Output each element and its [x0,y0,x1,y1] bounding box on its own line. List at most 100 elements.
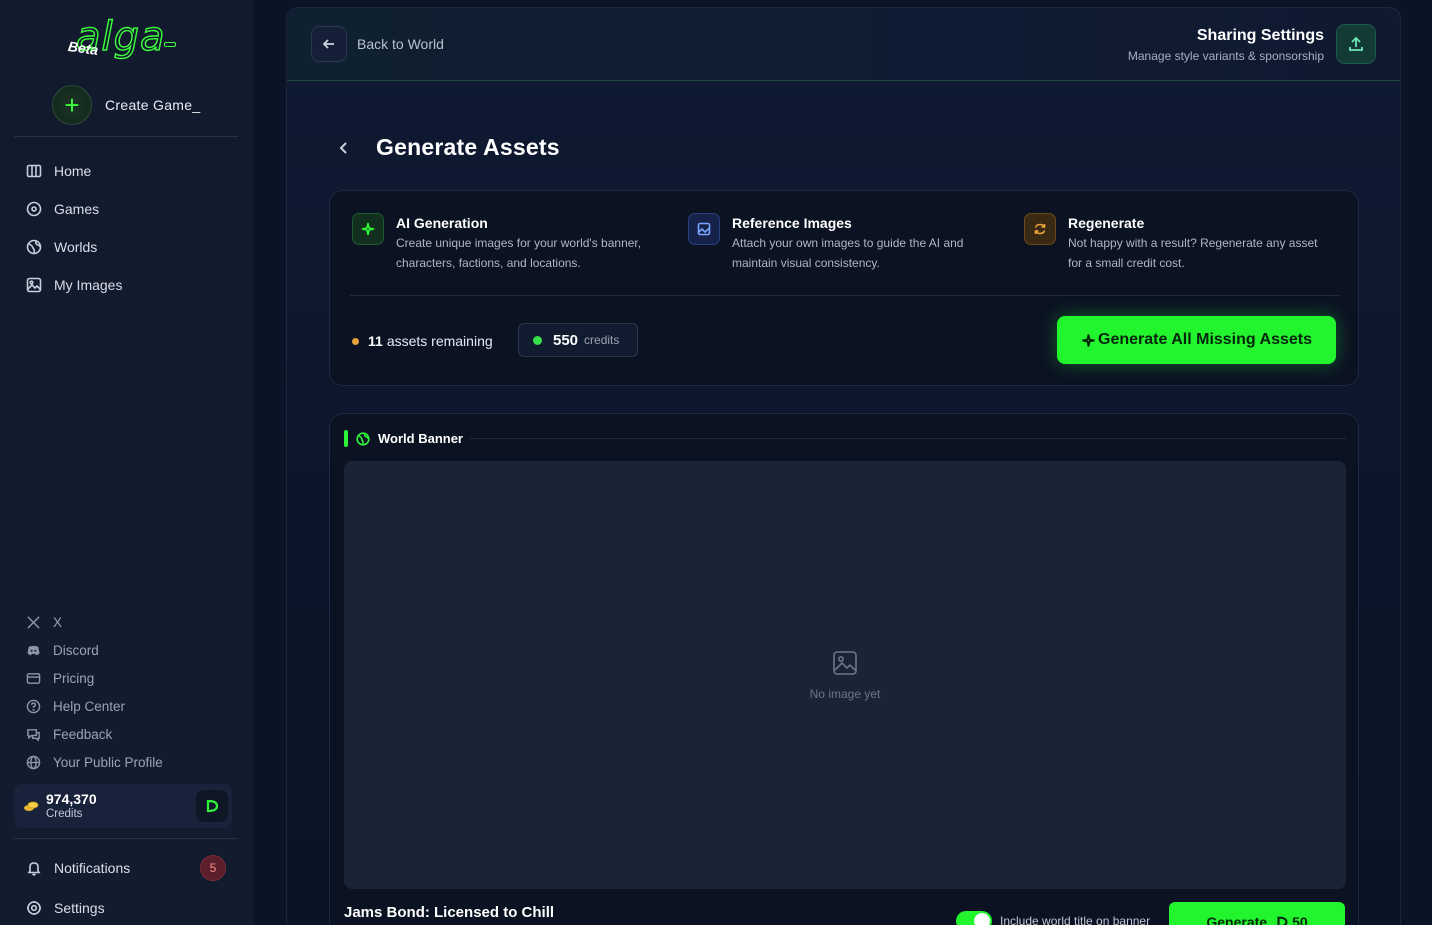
world-banner-title: World Banner [378,431,463,446]
link-discord[interactable]: Discord [26,636,163,664]
credits-dot [533,335,542,345]
generation-credits-value: 550 [553,331,579,349]
sidebar-item-label: My Images [54,277,123,293]
create-game-label: Create Game_ [105,97,201,113]
discord-icon [27,645,40,655]
assets-remaining-text: assets remaining [386,333,493,349]
include-title-toggle[interactable] [956,911,992,925]
credits-amount: 974,370 [46,791,97,807]
help-circle-icon [26,699,41,713]
no-image-text: No image yet [809,687,881,701]
include-title-label: Include world title on banner [1000,914,1151,925]
generate-all-label: Generate All Missing Assets [1098,331,1312,348]
credits-label: Credits [46,808,83,820]
world-banner-card: World Banner No image yet Jams Bond: Lic… [329,413,1359,925]
create-game-button[interactable]: + Create Game_ [52,84,200,126]
credit-token-icon [1277,916,1288,925]
chat-icon [27,728,40,742]
sharing-settings-title: Sharing Settings [1196,27,1324,44]
sidebar-item-my-images[interactable]: My Images [26,266,122,304]
back-arrow-box [311,26,347,62]
columns-icon [26,164,42,178]
globe-icon [26,755,41,769]
coins-icon [24,801,39,811]
generation-credits-pill: 550 credits [518,323,638,357]
sidebar-nav: Home Games Worlds My Images [26,152,122,304]
credits-card: 974,370 Credits [14,784,232,828]
refresh-icon [1024,213,1056,245]
sidebar-item-games[interactable]: Games [26,190,122,228]
sharing-settings-button[interactable] [1336,24,1376,64]
generation-credits-label: credits [584,333,620,347]
x-logo-icon [27,615,40,629]
upload-icon [1349,36,1363,51]
image-icon [688,213,720,245]
banner-image-placeholder[interactable]: No image yet [344,461,1346,889]
logo-dash [164,42,176,47]
sidebar-divider [14,136,238,137]
sharing-settings-subtitle: Manage style variants & sponsorship [1127,49,1324,63]
feature-ai-generation: AI Generation Create unique images for y… [352,213,661,273]
sparkle-icon [352,213,384,245]
collapse-back-button[interactable] [337,138,357,158]
link-label: Feedback [53,726,113,742]
assets-remaining: 11 assets remaining [352,333,493,349]
image-icon [26,277,42,293]
gear-icon [27,901,41,915]
card-icon [26,672,41,684]
generation-info-card: AI Generation Create unique images for y… [329,190,1359,386]
credit-token-icon [206,799,219,813]
sidebar-item-label: Home [54,163,92,179]
notifications-label: Notifications [54,860,131,876]
settings-label: Settings [54,900,105,916]
link-label: Discord [53,642,99,658]
link-help-center[interactable]: Help Center [26,692,163,720]
link-label: Your Public Profile [53,754,163,770]
world-title: Jams Bond: Licensed to Chill [344,904,555,921]
feature-regenerate: Regenerate Not happy with a result? Rege… [1024,213,1333,273]
sidebar-item-label: Worlds [54,239,98,255]
bell-icon [27,862,41,876]
sidebar-item-worlds[interactable]: Worlds [26,228,122,266]
link-label: Help Center [53,698,126,714]
feature-description: Create unique images for your world's ba… [396,236,642,270]
generate-banner-button[interactable]: Generate 50 [1169,902,1345,925]
link-label: X [53,614,63,630]
chevron-left-icon [339,141,347,154]
alga-logo[interactable]: alga Beta [66,13,186,64]
sidebar-item-home[interactable]: Home [26,152,122,190]
toggle-knob [974,913,990,925]
arrow-left-icon [322,39,334,49]
feature-reference-images: Reference Images Attach your own images … [688,213,997,273]
globe-icon [356,431,370,446]
back-to-world-label: Back to World [357,36,444,52]
main-panel: Back to World Sharing Settings Manage st… [286,7,1401,925]
buy-credits-button[interactable] [196,790,228,822]
top-bar: Back to World Sharing Settings Manage st… [287,8,1400,81]
sidebar-divider [14,838,238,839]
sidebar-footer-links: X Discord Pricing Help Center Feedback Y… [26,608,163,776]
assets-remaining-count: 11 [368,333,383,349]
world-banner-header: World Banner [344,430,463,447]
page-title: Generate Assets [376,134,560,160]
generate-all-missing-button[interactable]: Generate All Missing Assets [1057,316,1336,364]
sparkle-icon [1082,333,1095,347]
generate-label: Generate [1206,914,1268,925]
notifications-badge: 5 [200,855,226,881]
link-public-profile[interactable]: Your Public Profile [26,748,163,776]
image-placeholder-icon [833,651,857,675]
settings-button[interactable]: Settings [26,894,105,922]
sidebar: alga Beta + Create Game_ Home Games Worl… [0,0,254,925]
feature-description: Not happy with a result? Regenerate any … [1068,236,1318,270]
feature-description: Attach your own images to guide the AI a… [732,236,964,270]
link-x[interactable]: X [26,608,163,636]
include-title-toggle-group: Include world title on banner [956,911,1150,925]
plus-icon: + [52,85,92,125]
notifications-button[interactable]: Notifications 5 [26,854,226,882]
globe-icon [26,239,42,255]
feature-title: Reference Images [732,215,852,231]
section-accent-bar [344,430,348,447]
link-pricing[interactable]: Pricing [26,664,163,692]
link-feedback[interactable]: Feedback [26,720,163,748]
back-to-world-button[interactable]: Back to World [311,26,444,62]
